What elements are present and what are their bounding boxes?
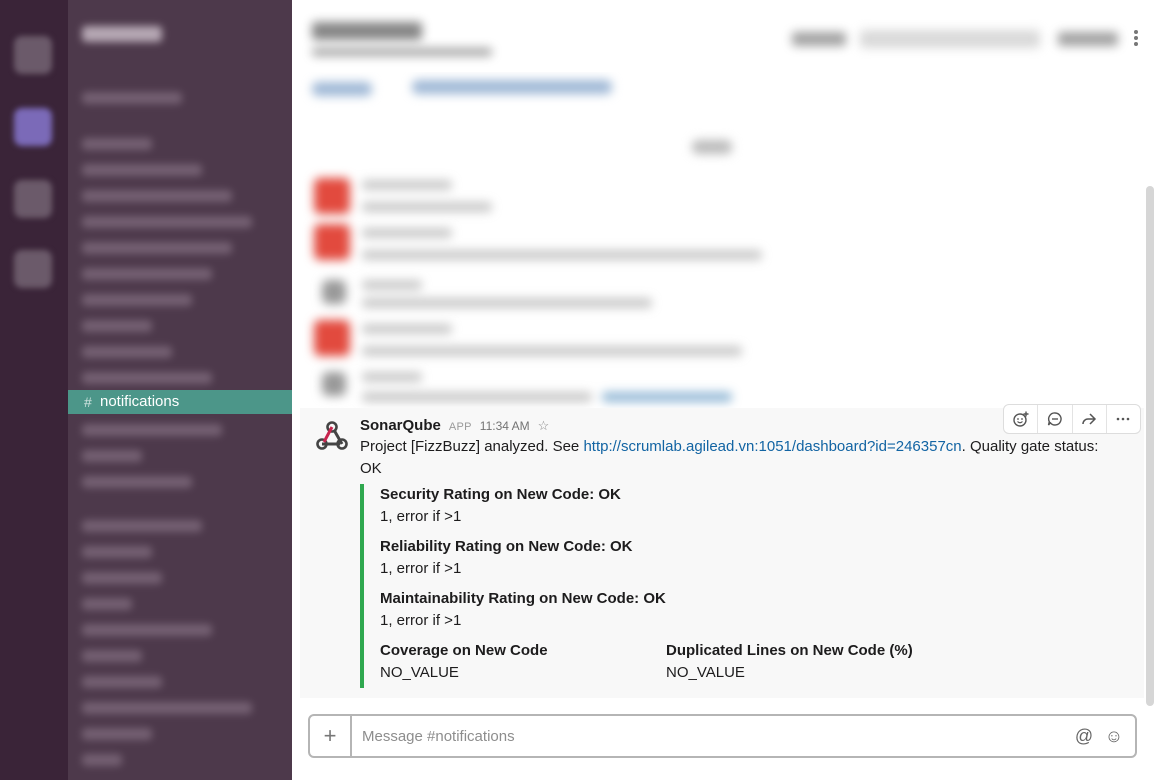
field-title: Maintainability Rating on New Code: OK bbox=[380, 590, 666, 607]
header-link[interactable] bbox=[412, 80, 612, 94]
field-title: Coverage on New Code bbox=[380, 642, 548, 659]
attachment-field: Reliability Rating on New Code: OK 1, er… bbox=[380, 536, 633, 580]
workspace-name[interactable] bbox=[82, 26, 162, 42]
sidebar-item-notifications[interactable]: # notifications bbox=[68, 390, 292, 414]
field-value: 1, error if >1 bbox=[380, 508, 462, 525]
message-actions bbox=[1003, 404, 1141, 434]
sidebar-section bbox=[82, 520, 202, 532]
message-timestamp[interactable]: 11:34 AM bbox=[480, 419, 530, 433]
add-reaction-icon[interactable] bbox=[1004, 405, 1039, 433]
field-title: Reliability Rating on New Code: OK bbox=[380, 538, 633, 555]
workspace-icon[interactable] bbox=[14, 180, 52, 218]
blurred-message bbox=[292, 316, 852, 366]
sidebar-item[interactable] bbox=[82, 268, 212, 280]
sidebar-item[interactable] bbox=[82, 624, 212, 636]
blurred-message bbox=[292, 272, 852, 316]
sidebar-item[interactable] bbox=[82, 702, 252, 714]
app-badge: APP bbox=[448, 421, 472, 433]
sidebar-item[interactable] bbox=[82, 546, 152, 558]
field-value: 1, error if >1 bbox=[380, 560, 462, 577]
sidebar-item[interactable] bbox=[82, 424, 222, 436]
header-search-input[interactable] bbox=[860, 30, 1040, 48]
sidebar-item[interactable] bbox=[82, 450, 142, 462]
sidebar-item[interactable] bbox=[82, 650, 142, 662]
channel-title bbox=[312, 22, 422, 40]
sidebar-item[interactable] bbox=[82, 372, 212, 384]
scrollbar[interactable] bbox=[1146, 186, 1154, 706]
header-icons[interactable] bbox=[1058, 32, 1118, 46]
sidebar-item[interactable] bbox=[82, 676, 162, 688]
channel-details bbox=[312, 48, 492, 56]
channel-hash: # bbox=[84, 394, 92, 410]
sidebar-item[interactable] bbox=[82, 164, 202, 176]
attachment-field: Coverage on New Code NO_VALUE bbox=[380, 640, 548, 684]
header-icons[interactable] bbox=[792, 32, 846, 46]
more-actions-icon[interactable] bbox=[1107, 405, 1140, 433]
attachment-field: Duplicated Lines on New Code (%) NO_VALU… bbox=[666, 640, 913, 684]
blurred-message bbox=[292, 220, 852, 270]
add-attachment-button[interactable]: + bbox=[310, 716, 352, 756]
workspace-rail bbox=[0, 0, 68, 780]
sidebar-item[interactable] bbox=[82, 92, 182, 104]
sidebar-item[interactable] bbox=[82, 728, 152, 740]
attachment-field: Maintainability Rating on New Code: OK 1… bbox=[380, 588, 666, 632]
mention-icon[interactable]: @ bbox=[1069, 726, 1099, 747]
sidebar-item-label: notifications bbox=[100, 393, 180, 410]
sidebar-item[interactable] bbox=[82, 476, 192, 488]
sidebar-item[interactable] bbox=[82, 190, 232, 202]
message-text: Project [FizzBuzz] analyzed. See bbox=[360, 438, 584, 455]
attachment: Security Rating on New Code: OK 1, error… bbox=[360, 484, 960, 688]
message-composer: + @ ☺ bbox=[308, 714, 1137, 758]
dashboard-link[interactable]: http://scrumlab.agilead.vn:1051/dashboar… bbox=[583, 438, 961, 455]
sidebar-item[interactable] bbox=[82, 216, 252, 228]
date-divider bbox=[692, 140, 732, 154]
sidebar: # notifications bbox=[68, 0, 292, 780]
blurred-message bbox=[292, 366, 852, 406]
sidebar-item[interactable] bbox=[82, 754, 122, 766]
reply-thread-icon[interactable] bbox=[1038, 405, 1073, 433]
field-title: Security Rating on New Code: OK bbox=[380, 486, 621, 503]
field-value: 1, error if >1 bbox=[380, 612, 462, 629]
message-meta: SonarQube APP 11:34 AM ☆ bbox=[360, 417, 549, 435]
message-input[interactable] bbox=[352, 727, 1069, 745]
sidebar-item[interactable] bbox=[82, 294, 192, 306]
field-value: NO_VALUE bbox=[666, 664, 745, 681]
channel-header bbox=[292, 0, 1158, 72]
workspace-icon[interactable] bbox=[14, 250, 52, 288]
message-body: Project [FizzBuzz] analyzed. See http://… bbox=[360, 436, 1120, 480]
sidebar-item[interactable] bbox=[82, 242, 232, 254]
emoji-icon[interactable]: ☺ bbox=[1099, 726, 1129, 747]
field-value: NO_VALUE bbox=[380, 664, 459, 681]
more-vertical-icon[interactable] bbox=[1130, 28, 1142, 52]
header-link[interactable] bbox=[312, 82, 372, 96]
sidebar-item[interactable] bbox=[82, 320, 152, 332]
star-icon[interactable]: ☆ bbox=[538, 418, 550, 434]
share-icon[interactable] bbox=[1073, 405, 1107, 433]
sidebar-section bbox=[82, 138, 152, 150]
sidebar-item[interactable] bbox=[82, 598, 132, 610]
workspace-icon-active[interactable] bbox=[14, 108, 52, 146]
attachment-field: Security Rating on New Code: OK 1, error… bbox=[380, 484, 621, 528]
webhook-icon bbox=[316, 421, 348, 450]
sidebar-item[interactable] bbox=[82, 572, 162, 584]
field-title: Duplicated Lines on New Code (%) bbox=[666, 642, 913, 659]
sidebar-item[interactable] bbox=[82, 346, 172, 358]
workspace-icon[interactable] bbox=[14, 36, 52, 74]
sender-name[interactable]: SonarQube bbox=[360, 417, 441, 434]
